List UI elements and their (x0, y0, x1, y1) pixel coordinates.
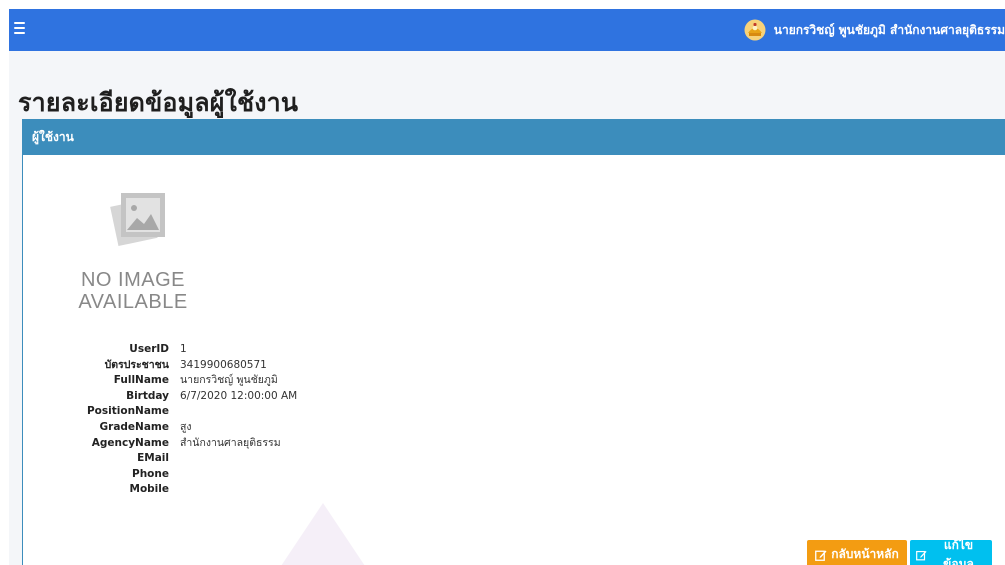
info-value (169, 467, 180, 483)
info-label: GradeName (99, 420, 169, 433)
back-home-button[interactable]: กลับหน้าหลัก (807, 540, 907, 565)
edit-icon (916, 550, 927, 560)
info-label: Mobile (129, 483, 170, 496)
info-row-citizen-id: บัตรประชาชน 3419900680571 (83, 358, 297, 374)
back-home-label: กลับหน้าหลัก (831, 547, 899, 561)
info-row-grade: GradeName สูง (83, 420, 297, 436)
court-emblem-icon (744, 19, 766, 41)
info-row-userid: UserID 1 (83, 342, 297, 358)
no-image-label: NO IMAGE AVAILABLE (73, 269, 193, 313)
info-label: AgencyName (91, 436, 169, 449)
info-value: 6/7/2020 12:00:00 AM (180, 389, 298, 402)
info-value (169, 451, 180, 467)
user-info-list: UserID 1 บัตรประชาชน 3419900680571 FullN… (83, 342, 297, 498)
info-label: Birtday (126, 389, 169, 402)
edit-profile-button[interactable]: แก้ไขข้อมูล (910, 538, 992, 565)
app-frame: นายกรวิชญ์ พูนชัยภูมิ สำนักงานศาลยุติธรร… (9, 9, 1005, 565)
page-title: รายละเอียดข้อมูลผู้ใช้งาน (18, 88, 299, 117)
no-image-text-line1: NO IMAGE (80, 269, 185, 291)
info-row-position: PositionName (83, 404, 297, 420)
info-value: 1 (180, 343, 187, 355)
info-label: บัตรประชาชน (104, 358, 169, 371)
user-display-name: นายกรวิชญ์ พูนชัยภูมิ สำนักงานศาลยุติธรร… (773, 22, 1005, 37)
edit-profile-label: แก้ไขข้อมูล (943, 537, 974, 565)
top-navbar: นายกรวิชญ์ พูนชัยภูมิ สำนักงานศาลยุติธรร… (9, 9, 1005, 51)
profile-photo: NO IMAGE AVAILABLE (73, 190, 193, 313)
watermark-graphic (281, 503, 365, 565)
info-value (169, 404, 180, 420)
user-detail-panel: ผู้ใช้งาน NO IMAGE AVAILABLE UserID 1 บั… (22, 119, 1005, 565)
info-row-agency: AgencyName สำนักงานศาลยุติธรรม (83, 436, 297, 452)
info-value: นายกรวิชญ์ พูนชัยภูมิ (180, 374, 278, 387)
edit-icon (815, 550, 827, 561)
no-image-text-line2: AVAILABLE (78, 291, 188, 313)
info-value: สูง (180, 420, 192, 433)
info-row-phone: Phone (83, 467, 297, 483)
info-label: FullName (113, 374, 169, 387)
hamburger-icon[interactable] (14, 22, 25, 34)
no-image-placeholder-icon (110, 193, 165, 247)
user-menu[interactable]: นายกรวิชญ์ พูนชัยภูมิ สำนักงานศาลยุติธรร… (744, 9, 1005, 51)
info-value (169, 482, 180, 498)
info-label: Phone (132, 467, 169, 480)
info-row-email: EMail (83, 451, 297, 467)
info-row-fullname: FullName นายกรวิชญ์ พูนชัยภูมิ (83, 373, 297, 389)
info-value: 3419900680571 (180, 358, 267, 371)
panel-title: ผู้ใช้งาน (23, 120, 1005, 155)
info-label: EMail (137, 452, 169, 465)
info-row-mobile: Mobile (83, 482, 297, 498)
info-row-birthday: Birtday 6/7/2020 12:00:00 AM (83, 389, 297, 405)
info-label: PositionName (86, 405, 169, 418)
info-label: UserID (129, 343, 169, 355)
info-value: สำนักงานศาลยุติธรรม (180, 436, 281, 449)
